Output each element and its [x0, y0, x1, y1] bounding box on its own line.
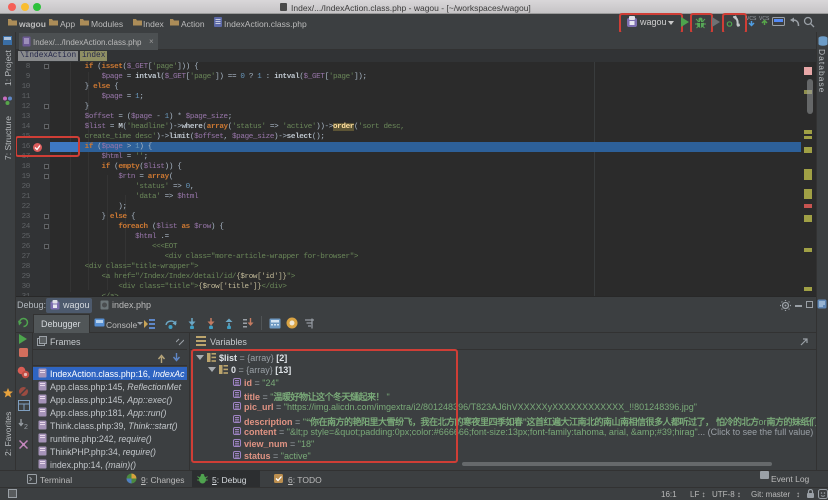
svg-text:2: 2: [24, 424, 28, 430]
